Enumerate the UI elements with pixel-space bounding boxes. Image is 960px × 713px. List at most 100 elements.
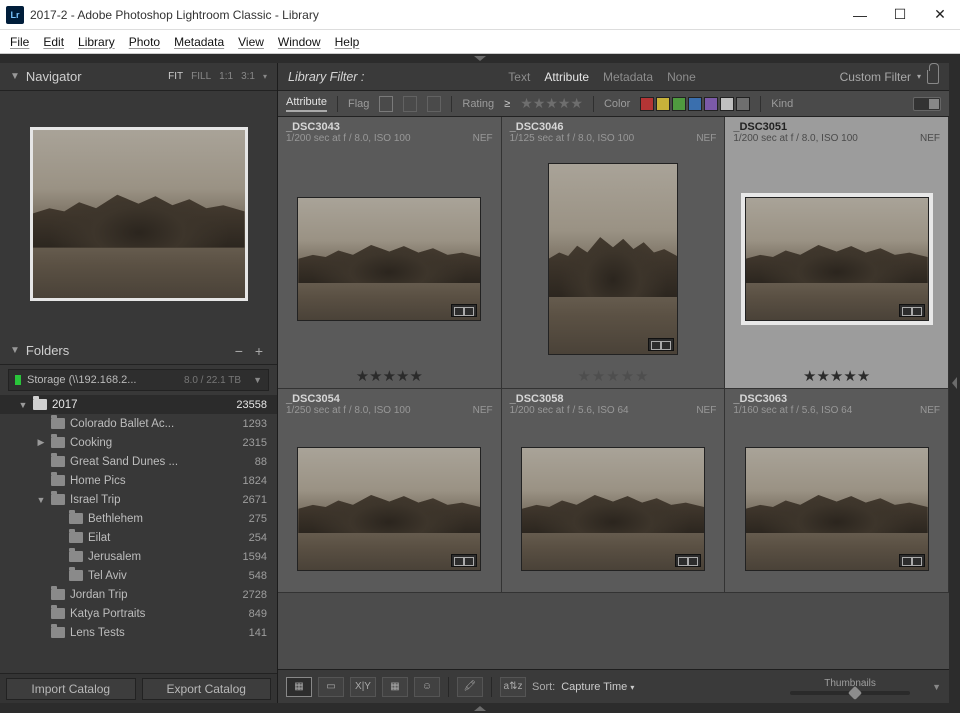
panel-header-folders[interactable]: ▼ Folders − + <box>0 337 277 365</box>
lock-icon[interactable] <box>927 70 939 84</box>
nav-mode-dropdown[interactable]: ▾ <box>263 72 267 81</box>
folder-row[interactable]: Home Pics1824 <box>0 471 277 490</box>
menu-file[interactable]: File <box>6 33 33 51</box>
view-people-icon[interactable]: ☺ <box>414 677 440 697</box>
color-swatch[interactable] <box>656 97 670 111</box>
folder-row[interactable]: Eilat254 <box>0 528 277 547</box>
color-swatch[interactable] <box>688 97 702 111</box>
menu-view[interactable]: View <box>234 33 268 51</box>
menu-library[interactable]: Library <box>74 33 119 51</box>
thumb-image[interactable] <box>297 447 481 571</box>
color-swatch[interactable] <box>736 97 750 111</box>
view-grid-icon[interactable]: ▦ <box>286 677 312 697</box>
menu-help[interactable]: Help <box>331 33 364 51</box>
nav-mode-3to1[interactable]: 3:1 <box>241 71 255 82</box>
menu-edit[interactable]: Edit <box>39 33 68 51</box>
filter-tab-none[interactable]: None <box>667 70 696 84</box>
folder-row[interactable]: Great Sand Dunes ...88 <box>0 452 277 471</box>
thumbnail-cell[interactable]: _DSC30541/250 sec at f / 8.0, ISO 100NEF <box>278 389 502 593</box>
flag-picked-icon[interactable] <box>379 96 393 112</box>
folder-row[interactable]: Bethlehem275 <box>0 509 277 528</box>
thumb-rating[interactable]: ★★★★★ <box>502 364 725 388</box>
thumb-image[interactable] <box>521 447 705 571</box>
color-swatch[interactable] <box>704 97 718 111</box>
thumb-image[interactable] <box>745 197 929 321</box>
folder-row[interactable]: Colorado Ballet Ac...1293 <box>0 414 277 433</box>
flag-rejected-icon[interactable] <box>427 96 441 112</box>
navigator-preview[interactable] <box>0 91 277 337</box>
thumb-format: NEF <box>473 405 493 416</box>
thumbnail-cell[interactable]: _DSC30631/160 sec at f / 5.6, ISO 64NEF <box>725 389 949 593</box>
folder-row[interactable]: Jerusalem1594 <box>0 547 277 566</box>
folder-label: Eilat <box>88 532 249 544</box>
folder-label: Colorado Ballet Ac... <box>70 418 243 430</box>
nav-mode-1to1[interactable]: 1:1 <box>219 71 233 82</box>
folder-row[interactable]: ▼Israel Trip2671 <box>0 490 277 509</box>
volume-bar[interactable]: Storage (\\192.168.2... 8.0 / 22.1 TB ▼ <box>8 369 269 391</box>
bottom-panel-handle[interactable] <box>0 703 960 713</box>
rating-operator[interactable]: ≥ <box>504 98 510 110</box>
thumb-image[interactable] <box>297 197 481 321</box>
panel-header-navigator[interactable]: ▼ Navigator FIT FILL 1:1 3:1 ▾ <box>0 63 277 91</box>
folder-row[interactable]: ▼201723558 <box>0 395 277 414</box>
filter-toggle-switch[interactable] <box>913 97 941 111</box>
thumbnail-cell[interactable]: _DSC30461/125 sec at f / 8.0, ISO 100NEF… <box>502 117 726 389</box>
folder-row[interactable]: Tel Aviv548 <box>0 566 277 585</box>
folder-icon <box>51 475 65 486</box>
folder-row[interactable]: Katya Portraits849 <box>0 604 277 623</box>
menu-photo[interactable]: Photo <box>125 33 164 51</box>
color-swatch[interactable] <box>672 97 686 111</box>
chevron-down-icon[interactable]: ▼ <box>253 375 262 385</box>
volume-name: Storage (\\192.168.2... <box>27 374 136 386</box>
thumbnail-grid-scroll[interactable]: _DSC30431/200 sec at f / 8.0, ISO 100NEF… <box>278 117 949 669</box>
chevron-down-icon: ▼ <box>10 345 20 356</box>
attr-tab-attribute[interactable]: Attribute <box>286 96 327 112</box>
nav-mode-fit[interactable]: FIT <box>168 71 183 82</box>
thumbnail-size-slider[interactable]: Thumbnails <box>780 678 920 695</box>
folder-row[interactable]: Jordan Trip2728 <box>0 585 277 604</box>
view-survey-icon[interactable]: ▦ <box>382 677 408 697</box>
thumb-rating[interactable]: ★★★★★ <box>278 364 501 388</box>
nav-mode-fill[interactable]: FILL <box>191 71 211 82</box>
right-panel-handle[interactable] <box>949 63 960 703</box>
maximize-button[interactable]: ☐ <box>880 0 920 30</box>
export-catalog-button[interactable]: Export Catalog <box>142 678 272 700</box>
minimize-button[interactable]: — <box>840 0 880 30</box>
filter-tab-attribute[interactable]: Attribute <box>544 70 589 84</box>
expander-icon[interactable]: ▼ <box>18 400 28 410</box>
painter-tool-icon[interactable]: 🖍 <box>457 677 483 697</box>
color-swatch[interactable] <box>640 97 654 111</box>
rating-stars[interactable]: ★★★★★ <box>520 95 583 112</box>
thumbnail-cell[interactable]: _DSC30581/200 sec at f / 5.6, ISO 64NEF <box>502 389 726 593</box>
menu-window[interactable]: Window <box>274 33 325 51</box>
folder-row[interactable]: Lens Tests141 <box>0 623 277 642</box>
filter-tab-text[interactable]: Text <box>508 70 530 84</box>
thumb-image[interactable] <box>745 447 929 571</box>
filter-tab-metadata[interactable]: Metadata <box>603 70 653 84</box>
sort-direction-icon[interactable]: a⇅z <box>500 677 526 697</box>
folders-add-remove[interactable]: − + <box>235 343 267 359</box>
thumb-filename: _DSC3054 <box>286 393 493 405</box>
thumbnail-cell[interactable]: _DSC30431/200 sec at f / 8.0, ISO 100NEF… <box>278 117 502 389</box>
workspace: ▼ Navigator FIT FILL 1:1 3:1 ▾ ▼ Folders… <box>0 54 960 713</box>
filter-preset-dropdown[interactable]: Custom Filter <box>840 70 911 84</box>
library-filter-row: Library Filter : Text Attribute Metadata… <box>278 63 949 91</box>
expander-icon[interactable]: ▶ <box>36 437 46 448</box>
menu-metadata[interactable]: Metadata <box>170 33 228 51</box>
import-catalog-button[interactable]: Import Catalog <box>6 678 136 700</box>
close-button[interactable]: ✕ <box>920 0 960 30</box>
expander-icon[interactable]: ▼ <box>36 495 46 505</box>
thumb-rating[interactable]: ★★★★★ <box>725 364 948 388</box>
view-compare-icon[interactable]: X|Y <box>350 677 376 697</box>
flag-unflagged-icon[interactable] <box>403 96 417 112</box>
view-loupe-icon[interactable]: ▭ <box>318 677 344 697</box>
window-title: 2017-2 - Adobe Photoshop Lightroom Class… <box>30 8 319 22</box>
folder-count: 849 <box>249 608 267 620</box>
sort-dropdown[interactable]: Capture Time ▾ <box>561 681 634 693</box>
thumb-image[interactable] <box>548 163 678 355</box>
color-swatch[interactable] <box>720 97 734 111</box>
toolbar-menu-icon[interactable]: ▼ <box>932 682 941 692</box>
top-panel-handle[interactable] <box>0 54 960 63</box>
thumbnail-cell[interactable]: _DSC30511/200 sec at f / 8.0, ISO 100NEF… <box>725 117 949 389</box>
folder-row[interactable]: ▶Cooking2315 <box>0 433 277 452</box>
